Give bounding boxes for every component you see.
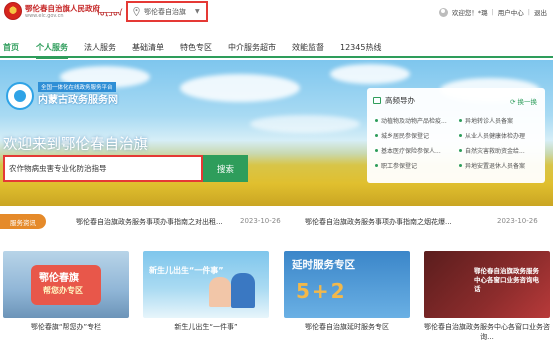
news-item[interactable]: 鄂伦春自治旗政务服务事项办事指南之对出租... <box>76 217 223 227</box>
service-card[interactable]: 鄂伦春自治旗政务服务中心各窗口业务咨询电话 鄂伦春自治旗政务服务中心各窗口业务咨… <box>424 251 550 344</box>
search-button[interactable]: 搜索 <box>203 155 248 182</box>
card-image: 鄂伦春旗 帮您办专区 <box>3 251 129 318</box>
card-caption: 鄂伦春旗“帮您办”专栏 <box>30 323 102 331</box>
guide-item[interactable]: 从业人员健康体检办理 <box>459 131 525 140</box>
service-card[interactable]: 新生儿出生“一件事” 新生儿出生“一件事” <box>143 251 269 344</box>
nav-personal-service[interactable]: 个人服务 <box>36 42 68 59</box>
service-card[interactable]: 鄂伦春旗 帮您办专区 鄂伦春旗“帮您办”专栏 <box>3 251 129 344</box>
guide-title: 高频导办 <box>385 96 415 105</box>
nav-agency-market[interactable]: 中介服务超市 <box>228 42 276 53</box>
nav-special-zone[interactable]: 特色专区 <box>180 42 212 53</box>
greeting-text: 欢迎您！*璐 <box>451 9 488 17</box>
nav-efficiency-supervision[interactable]: 效能监督 <box>292 42 324 53</box>
guide-item[interactable]: 异地安置退休人员备案 <box>459 161 525 170</box>
user-bar: 欢迎您！*璐 | 用户中心 | 退出 <box>438 7 547 17</box>
location-pin-icon <box>133 7 140 16</box>
guide-icon <box>373 97 381 104</box>
site-header: 鄂伦春自治旗人民政府 www.elc.gov.cn ᠣᠷᠴᠣᠨ 鄂伦春自治旗 ▼… <box>0 0 553 26</box>
refresh-icon: ⟳ <box>509 98 516 106</box>
news-item[interactable]: 鄂伦春自治旗政务服务事项办事指南之烟花爆... <box>305 217 452 227</box>
guide-item[interactable]: 基本医疗保险参保人... <box>375 146 441 155</box>
card-caption: 鄂伦春自治旗政务服务中心各窗口业务咨询... <box>424 323 550 341</box>
search-bar: 农作物病虫害专业化防治指导 搜索 <box>3 155 248 182</box>
platform-site-name: 内蒙古政务服务网 <box>38 95 118 106</box>
guide-item[interactable]: 动植物及动物产品检疫... <box>375 116 447 125</box>
card-image: 新生儿出生“一件事” <box>143 251 269 318</box>
card-image: 延时服务专区 5+2 <box>284 251 410 318</box>
service-card[interactable]: 延时服务专区 5+2 鄂伦春自治旗延时服务专区 <box>284 251 410 344</box>
mongolian-script: ᠣᠷᠴᠣᠨ <box>96 9 123 19</box>
card-caption: 新生儿出生“一件事” <box>174 323 238 331</box>
user-center-link[interactable]: 用户中心 <box>498 7 524 17</box>
nav-12345-hotline[interactable]: 12345热线 <box>340 42 381 53</box>
platform-logo <box>6 82 34 110</box>
news-date: 2023-10-26 <box>240 217 281 225</box>
nav-basic-list[interactable]: 基础清单 <box>132 42 164 53</box>
news-date: 2023-10-26 <box>497 217 538 225</box>
location-selector[interactable]: 鄂伦春自治旗 ▼ <box>126 1 208 22</box>
main-nav: 首页 个人服务 法人服务 基础清单 特色专区 中介服务超市 效能监督 12345… <box>0 38 553 59</box>
card-caption: 鄂伦春自治旗延时服务专区 <box>305 323 389 331</box>
news-badge: 服务资讯 <box>0 214 46 229</box>
guide-item[interactable]: 城乡居民参保登记 <box>375 131 429 140</box>
news-ticker: 服务资讯 鄂伦春自治旗政务服务事项办事指南之对出租... 2023-10-26 … <box>0 206 553 238</box>
card-image: 鄂伦春自治旗政务服务中心各窗口业务咨询电话 <box>424 251 550 318</box>
nav-home[interactable]: 首页 <box>3 42 19 53</box>
user-avatar-icon <box>438 7 448 17</box>
logout-link[interactable]: 退出 <box>534 7 547 17</box>
nav-legal-service[interactable]: 法人服务 <box>84 42 116 53</box>
site-url: www.elc.gov.cn <box>25 13 64 19</box>
welcome-heading: 欢迎来到鄂伦春自治旗 <box>3 137 148 153</box>
guide-item[interactable]: 职工参保登记 <box>375 161 417 170</box>
caret-down-icon: ▼ <box>195 8 200 15</box>
guide-item[interactable]: 异地转诊人员备案 <box>459 116 513 125</box>
guide-item[interactable]: 自然灾害救助资金给... <box>459 146 525 155</box>
location-label: 鄂伦春自治旗 <box>144 7 186 16</box>
refresh-button[interactable]: ⟳ 换一换 <box>510 96 537 106</box>
search-input[interactable]: 农作物病虫害专业化防治指导 <box>3 155 203 182</box>
emblem-logo[interactable] <box>4 2 22 20</box>
high-frequency-guide-panel: 高频导办 ⟳ 换一换 动植物及动物产品检疫... 异地转诊人员备案 城乡居民参保… <box>367 88 545 183</box>
